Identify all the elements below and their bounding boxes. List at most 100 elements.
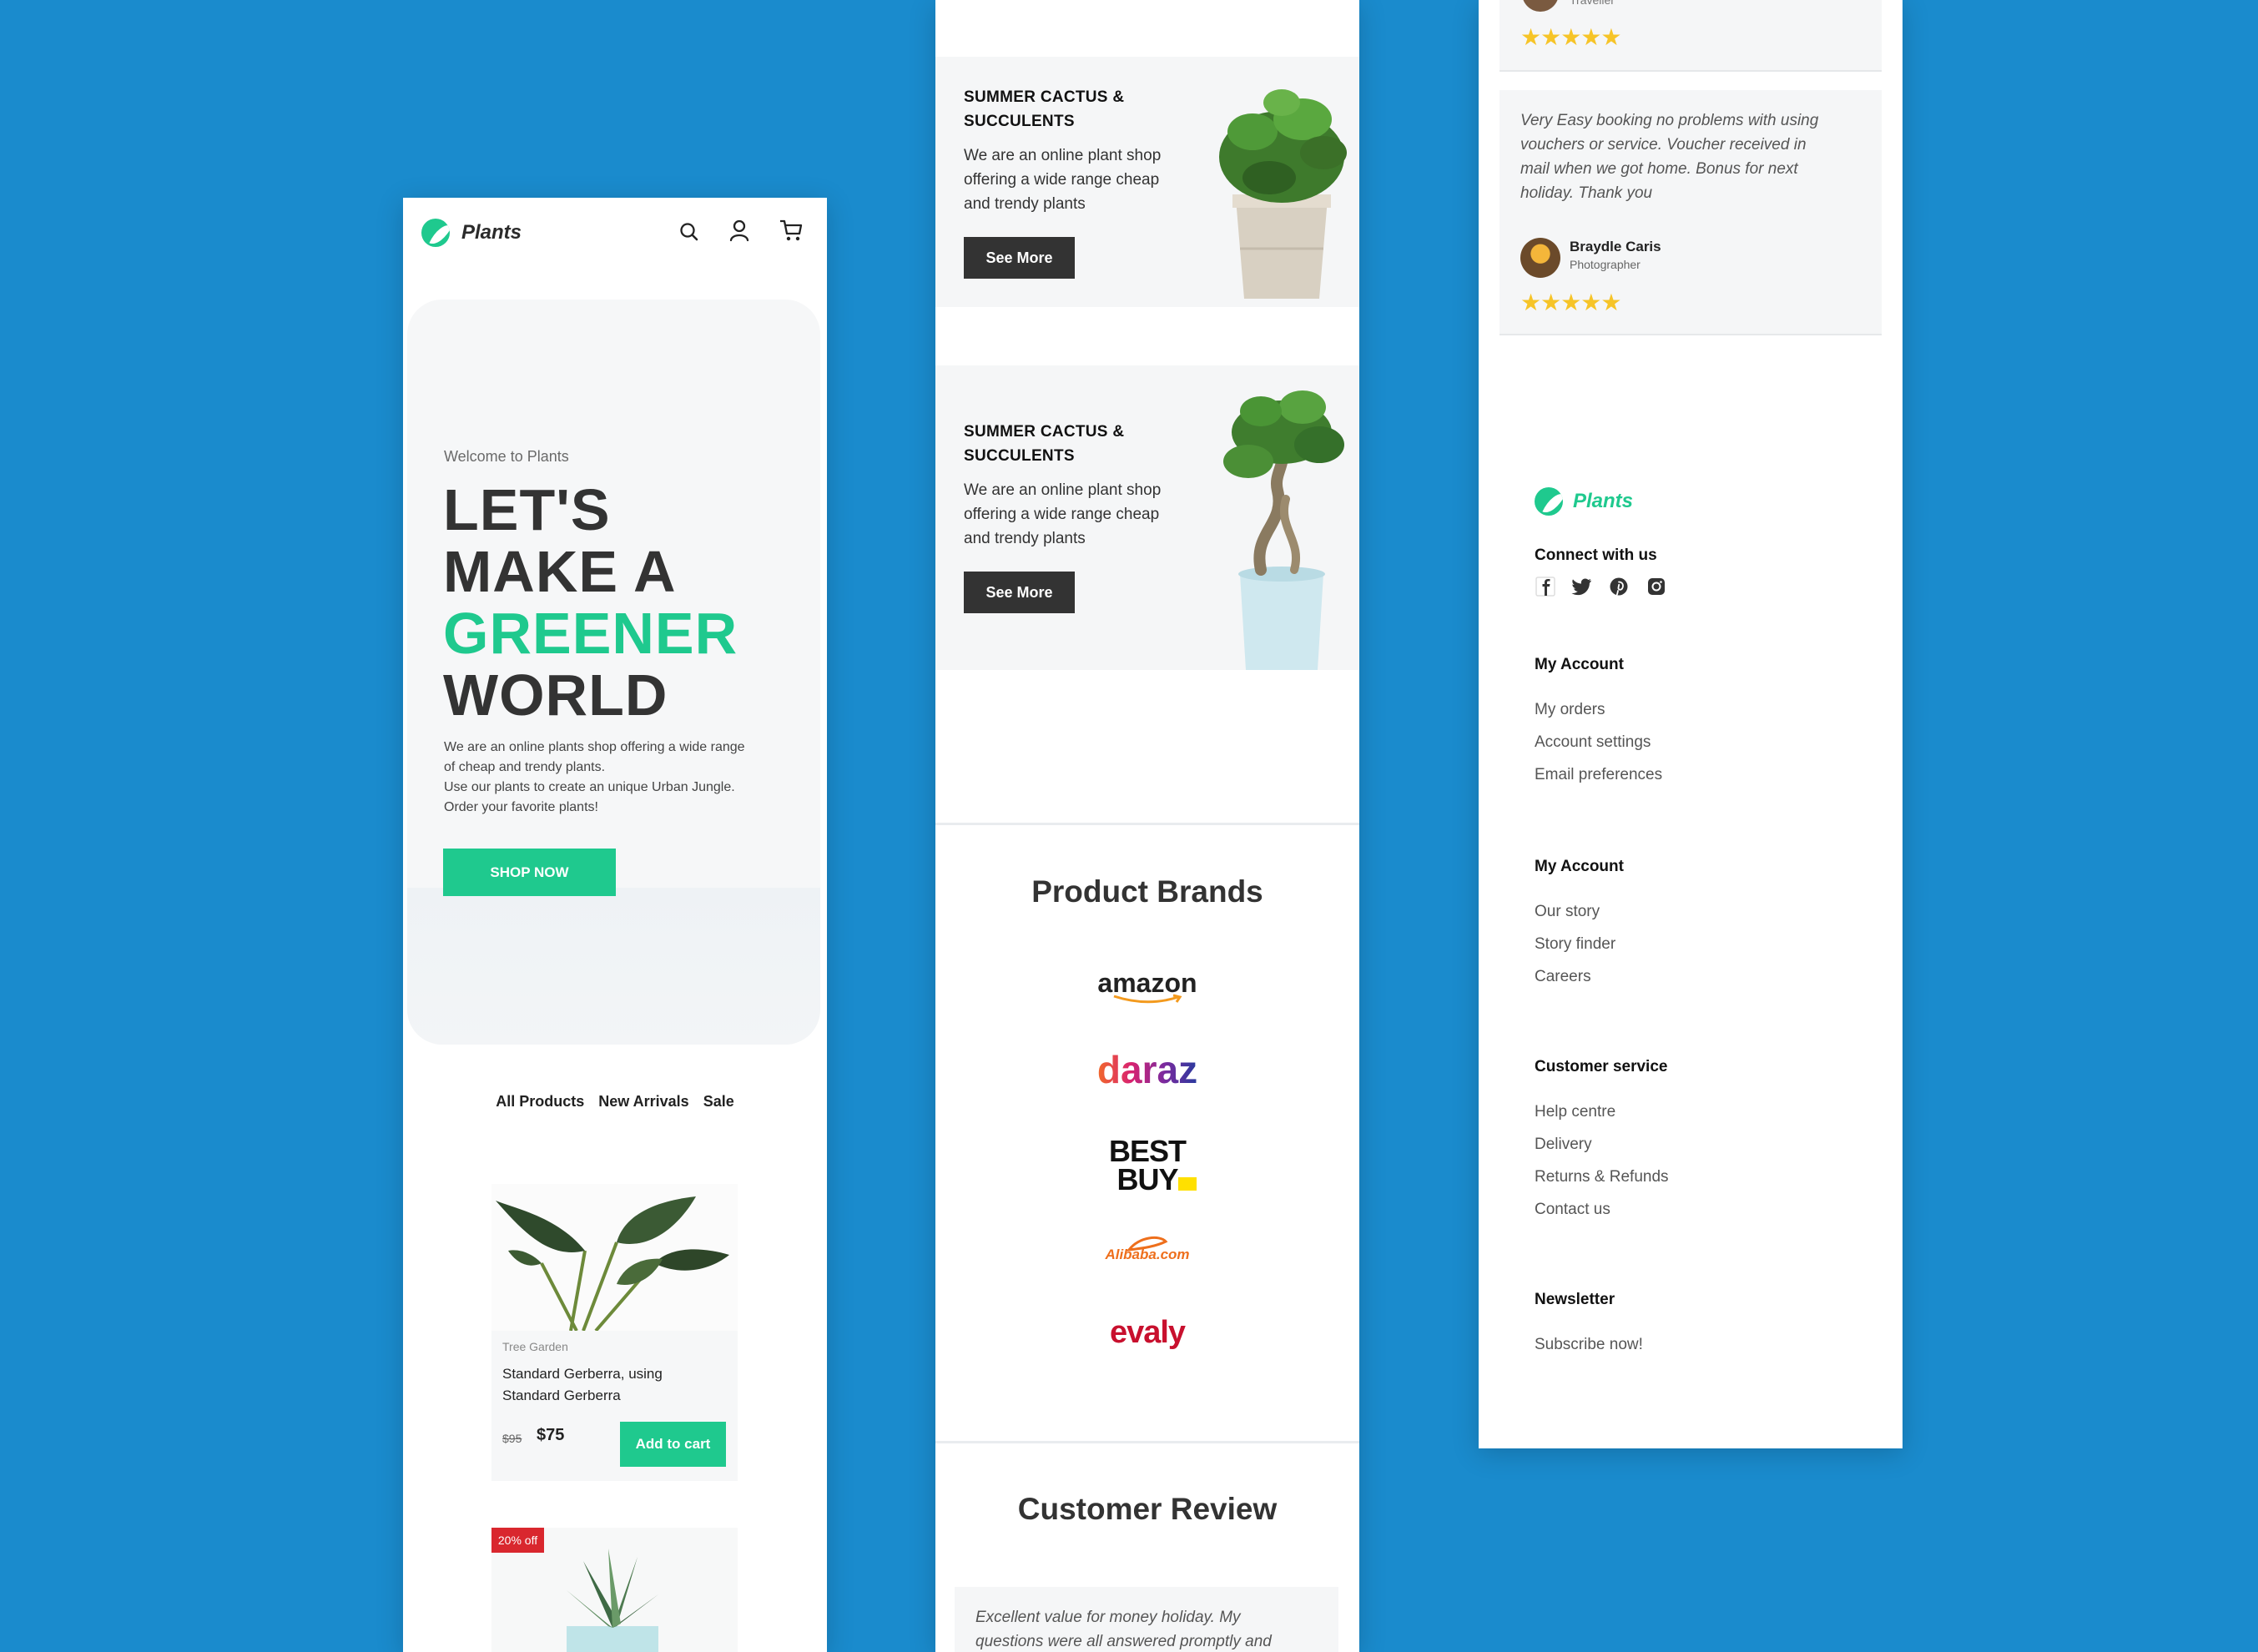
tab-sale[interactable]: Sale — [703, 1093, 734, 1110]
footer-link[interactable]: My orders — [1535, 701, 1605, 719]
product-card[interactable]: Tree Garden Standard Gerberra, using Sta… — [491, 1184, 738, 1481]
review-text: Very Easy booking no problems with using… — [1520, 108, 1818, 205]
footer-link[interactable]: Returns & Refunds — [1535, 1168, 1669, 1186]
footer-link[interactable]: Account settings — [1535, 733, 1651, 752]
mobile-footer-screen: Traveller ★★★★★ Very Easy booking no pro… — [1479, 0, 1903, 1448]
brand-name: daraz — [1096, 1048, 1198, 1091]
top-nav: Plants — [403, 198, 827, 266]
user-icon[interactable] — [727, 218, 752, 243]
hero-welcome: Welcome to Plants — [444, 448, 569, 465]
leaf-logo-icon — [421, 219, 450, 247]
footer-section-title: Newsletter — [1535, 1291, 1615, 1308]
promo-text-line: We are an online plant shop — [964, 481, 1162, 499]
reviewer-role: Traveller — [1570, 0, 1615, 7]
product-filter-tabs: All Products New Arrivals Sale — [403, 1093, 827, 1111]
rating-stars: ★★★★★ — [1520, 24, 1622, 50]
search-icon[interactable] — [677, 219, 702, 244]
review-text-line: mail when we got home. Bonus for next — [1520, 160, 1798, 178]
bonsai-illustration — [1223, 390, 1344, 670]
review-text-line: Very Easy booking no problems with using — [1520, 112, 1819, 129]
reviewer-avatar — [1522, 0, 1559, 12]
brand-evaly-logo[interactable]: evaly — [935, 1315, 1359, 1351]
bestbuy-second-line: BUY — [1116, 1165, 1197, 1195]
product-old-price: $95 — [502, 1432, 522, 1445]
promo-text-line: We are an online plant shop — [964, 147, 1162, 164]
promo-title: SUMMER CACTUS & SUCCULENTS — [964, 420, 1124, 468]
product-title[interactable]: Standard Gerberra, using Standard Gerber… — [502, 1363, 719, 1407]
hero-description: We are an online plants shop offering a … — [444, 738, 794, 818]
review-text: Excellent value for money holiday. My qu… — [975, 1605, 1272, 1652]
product-price: $75 — [537, 1426, 565, 1444]
see-more-button[interactable]: See More — [964, 237, 1075, 279]
review-text-line: vouchers or service. Voucher received in — [1520, 136, 1807, 154]
promo-title: SUMMER CACTUS & SUCCULENTS — [964, 85, 1124, 133]
see-more-button[interactable]: See More — [964, 572, 1075, 613]
reviewer-name: Braydle Caris — [1570, 239, 1661, 254]
leafy-plant-illustration — [491, 1184, 738, 1331]
brand-amazon-logo[interactable]: amazon — [935, 968, 1359, 1005]
footer-link[interactable]: Email preferences — [1535, 766, 1662, 784]
promo-text: We are an online plant shop offering a w… — [964, 478, 1193, 551]
footer-logo-text[interactable]: Plants — [1573, 490, 1633, 513]
shop-now-button[interactable]: SHOP NOW — [443, 849, 616, 896]
footer-link[interactable]: Story finder — [1535, 935, 1615, 954]
promo-text-line: and trendy plants — [964, 195, 1086, 213]
tab-new-arrivals[interactable]: New Arrivals — [598, 1093, 688, 1110]
footer-link[interactable]: Contact us — [1535, 1201, 1610, 1219]
potted-plant-illustration — [1219, 89, 1347, 299]
cart-icon[interactable] — [779, 218, 804, 243]
review-text-line: holiday. Thank you — [1520, 184, 1653, 202]
instagram-icon[interactable] — [1646, 576, 1667, 597]
add-to-cart-button[interactable]: Add to cart — [620, 1422, 726, 1467]
facebook-icon[interactable] — [1535, 576, 1556, 597]
hero-description-line: Order your favorite plants! — [444, 800, 598, 814]
review-card: Very Easy booking no problems with using… — [1499, 90, 1882, 335]
review-text-line: Excellent value for money holiday. My — [975, 1609, 1241, 1626]
brand-name: evaly — [1109, 1315, 1186, 1350]
review-text-line: questions were all answered promptly and — [975, 1633, 1272, 1650]
section-divider — [935, 823, 1359, 825]
promo-title-line: SUCCULENTS — [964, 447, 1075, 465]
promo-text-line: offering a wide range cheap — [964, 506, 1160, 523]
promo-text: We are an online plant shop offering a w… — [964, 144, 1193, 216]
tab-all-products[interactable]: All Products — [496, 1093, 584, 1110]
reviewer-avatar — [1520, 238, 1560, 278]
footer-section-title: Customer service — [1535, 1058, 1668, 1075]
hero-headline: LET'S MAKE A GREENER WORLD — [443, 479, 738, 726]
brand-daraz-logo[interactable]: daraz — [935, 1047, 1359, 1092]
bestbuy-tag-icon — [1177, 1177, 1197, 1191]
promo-title-line: SUMMER CACTUS & — [964, 423, 1125, 441]
discount-badge: 20% off — [491, 1528, 544, 1553]
logo-text[interactable]: Plants — [461, 221, 522, 244]
hero-description-line: of cheap and trendy plants. — [444, 760, 606, 774]
mobile-content-screen: SUMMER CACTUS & SUCCULENTS We are an onl… — [935, 0, 1359, 1652]
pinterest-icon[interactable] — [1608, 576, 1630, 597]
promo-title-line: SUCCULENTS — [964, 113, 1075, 130]
hero-description-line: We are an online plants shop offering a … — [444, 740, 745, 754]
section-divider — [935, 1441, 1359, 1443]
product-category: Tree Garden — [502, 1340, 568, 1353]
footer-link[interactable]: Our story — [1535, 903, 1600, 921]
product-title-line: Standard Gerberra — [502, 1388, 621, 1403]
footer-link[interactable]: Delivery — [1535, 1136, 1592, 1154]
subscribe-link[interactable]: Subscribe now! — [1535, 1336, 1643, 1354]
leaf-logo-icon — [1535, 487, 1563, 516]
headline-line: WORLD — [443, 662, 668, 728]
product-image[interactable] — [491, 1184, 738, 1331]
review-card: Excellent value for money holiday. My qu… — [955, 1587, 1338, 1652]
connect-heading: Connect with us — [1535, 546, 1657, 564]
hero-wave-decoration — [407, 888, 820, 1045]
brand-name: Alibaba.com — [1105, 1247, 1190, 1262]
brand-alibaba-logo[interactable]: Alibaba.com — [935, 1235, 1359, 1263]
footer-link[interactable]: Careers — [1535, 968, 1591, 986]
twitter-icon[interactable] — [1571, 576, 1593, 597]
promo-text-line: offering a wide range cheap — [964, 171, 1160, 189]
product-card[interactable]: 20% off — [491, 1528, 738, 1652]
promo-banner: SUMMER CACTUS & SUCCULENTS We are an onl… — [935, 57, 1359, 307]
footer-section-title: My Account — [1535, 858, 1624, 875]
brand-bestbuy-logo[interactable]: BEST BUY — [935, 1136, 1359, 1195]
footer-link[interactable]: Help centre — [1535, 1103, 1615, 1121]
brand-name: amazon — [1097, 968, 1197, 998]
brands-title: Product Brands — [1031, 874, 1263, 909]
product-title-line: Standard Gerberra, using — [502, 1366, 663, 1382]
